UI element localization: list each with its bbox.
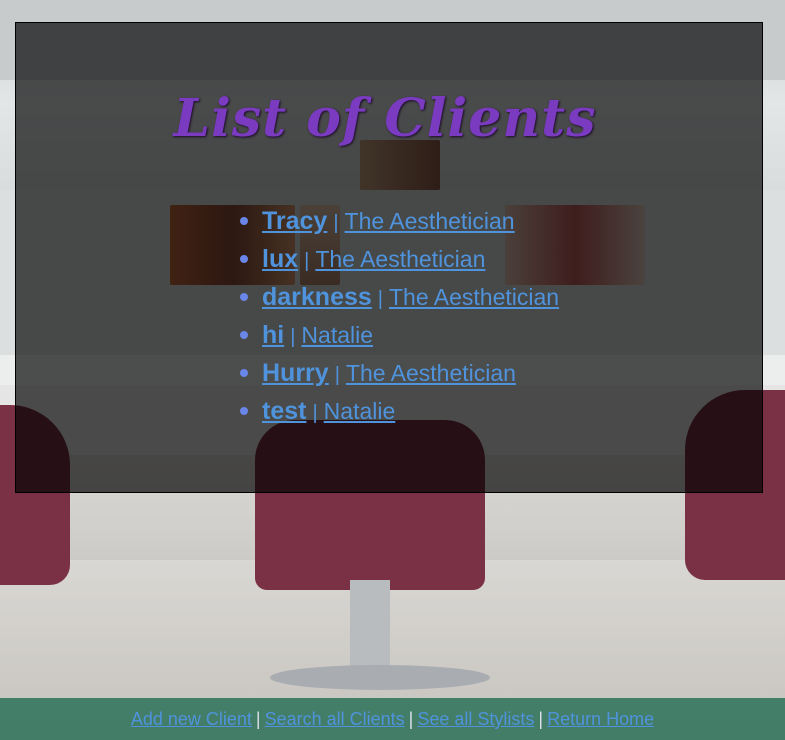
bullet-icon [240,293,248,301]
search-clients-link[interactable]: Search all Clients [265,709,405,729]
list-item: Tracy | The Aesthetician [240,202,559,240]
client-link[interactable]: Tracy [262,207,327,235]
separator: | [304,250,310,272]
separator: | [290,326,296,348]
add-client-link[interactable]: Add new Client [131,709,252,729]
list-item: hi | Natalie [240,316,559,354]
list-item: darkness | The Aesthetician [240,278,559,316]
separator: | [377,288,383,310]
client-link[interactable]: Hurry [262,359,329,387]
client-list: Tracy | The Aesthetician lux | The Aesthetic… [222,202,559,430]
return-home-link[interactable]: Return Home [547,709,654,729]
client-link[interactable]: hi [262,321,284,349]
separator: | [538,709,544,729]
page-title: List of Clients [173,88,597,149]
bullet-icon [240,369,248,377]
list-item: Hurry | The Aesthetician [240,354,559,392]
separator: | [408,709,414,729]
stylist-link[interactable]: The Aesthetician [389,284,559,310]
list-item: lux | The Aesthetician [240,240,559,278]
separator: | [255,709,261,729]
bullet-icon [240,217,248,225]
client-link[interactable]: lux [262,245,298,273]
separator: | [312,402,318,424]
footer-nav: Add new Client | Search all Clients | See al… [0,698,785,740]
client-link[interactable]: darkness [262,283,372,311]
stylist-link[interactable]: The Aesthetician [345,208,515,234]
bullet-icon [240,407,248,415]
see-stylists-link[interactable]: See all Stylists [417,709,534,729]
bullet-icon [240,255,248,263]
stylist-link[interactable]: The Aesthetician [346,360,516,386]
separator: | [334,364,340,386]
stylist-link[interactable]: The Aesthetician [315,246,485,272]
client-link[interactable]: test [262,397,306,425]
stylist-link[interactable]: Natalie [324,398,396,424]
bullet-icon [240,331,248,339]
list-item: test | Natalie [240,392,559,430]
separator: | [333,212,339,234]
stylist-link[interactable]: Natalie [301,322,373,348]
